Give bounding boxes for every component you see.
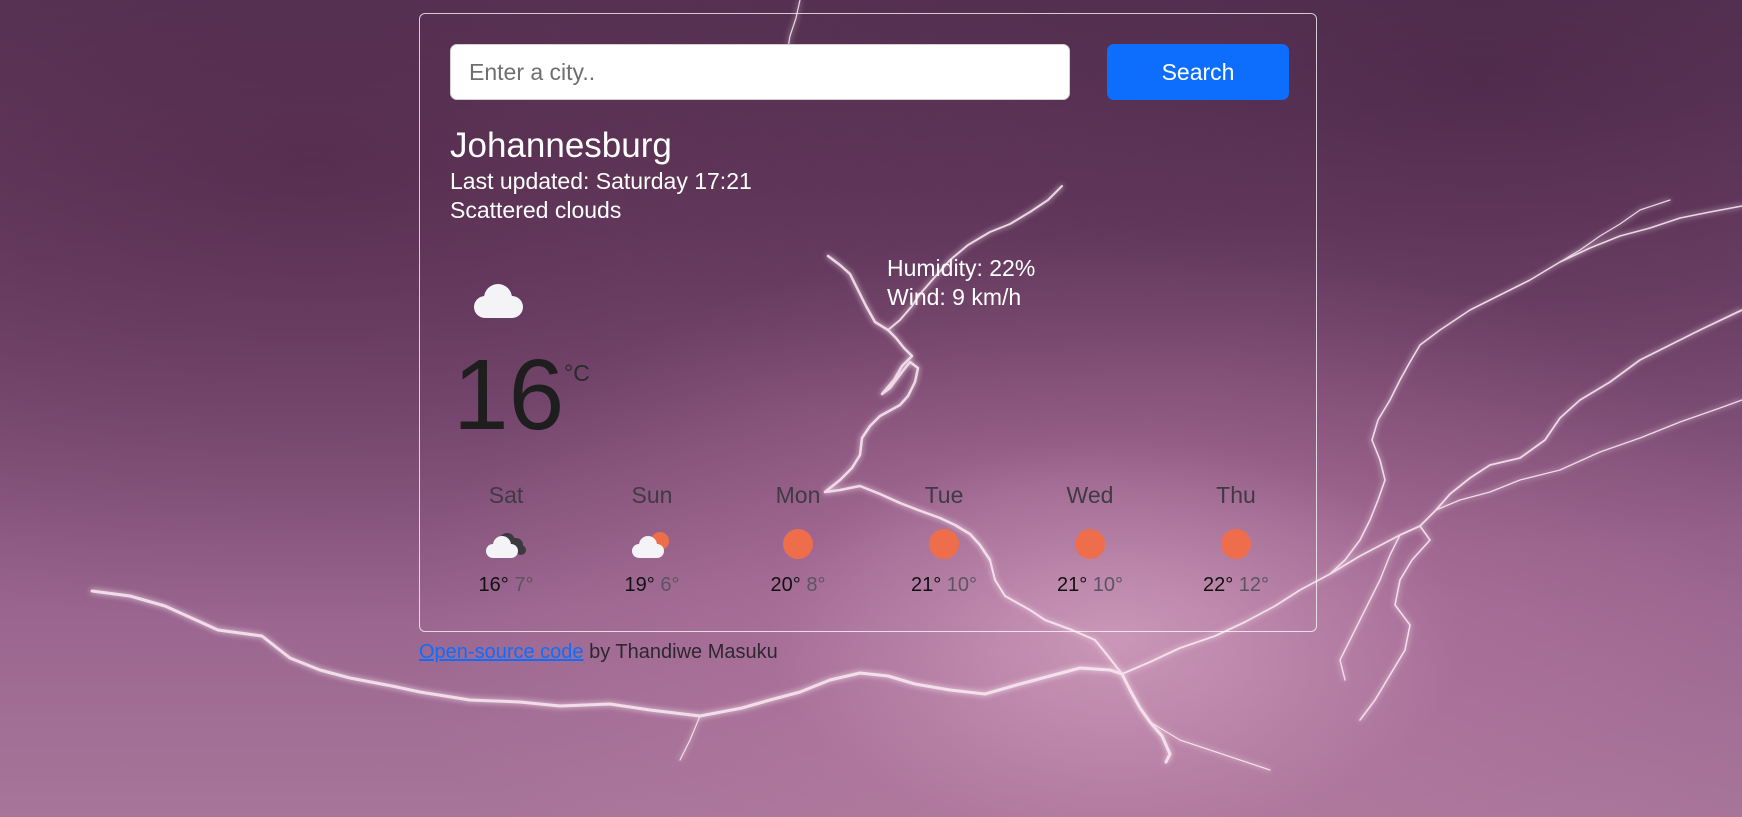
forecast-temps: 16° 7° bbox=[446, 573, 566, 597]
forecast-max: 21° bbox=[910, 574, 942, 596]
forecast-min: 12° bbox=[1238, 574, 1270, 596]
forecast-max: 16° bbox=[478, 574, 509, 596]
forecast-day-name: Mon bbox=[775, 482, 821, 508]
sun-icon bbox=[1075, 529, 1105, 559]
sun-icon bbox=[783, 529, 813, 559]
forecast: Sat 16° 7° Sun 19° 6° Mon 20° 8° Tue 21°… bbox=[420, 479, 1316, 619]
city-name: Johannesburg bbox=[450, 126, 672, 165]
forecast-day: Thu 22° 12° bbox=[1176, 479, 1296, 597]
weather-card: Search Johannesburg Last updated: Saturd… bbox=[419, 13, 1317, 632]
forecast-day: Sat 16° 7° bbox=[446, 479, 566, 597]
forecast-min: 10° bbox=[946, 574, 978, 596]
forecast-min: 7° bbox=[514, 574, 534, 596]
forecast-temps: 19° 6° bbox=[592, 573, 712, 597]
forecast-day: Sun 19° 6° bbox=[592, 479, 712, 597]
forecast-temps: 22° 12° bbox=[1176, 573, 1296, 597]
forecast-temps: 21° 10° bbox=[1030, 573, 1150, 597]
last-updated: Last updated: Saturday 17:21 bbox=[450, 168, 752, 194]
temperature-unit: °C bbox=[564, 360, 590, 386]
forecast-day-name: Sun bbox=[631, 482, 673, 508]
forecast-max: 22° bbox=[1202, 574, 1234, 596]
forecast-day-name: Tue bbox=[924, 482, 964, 508]
sun-icon bbox=[1221, 529, 1251, 559]
wind: Wind: 9 km/h bbox=[887, 284, 1022, 310]
current-meta: Last updated: Saturday 17:21 Scattered c… bbox=[450, 167, 752, 225]
current-details: Humidity: 22% Wind: 9 km/h bbox=[887, 254, 1035, 312]
current-temperature: 16 bbox=[453, 339, 565, 451]
forecast-min: 10° bbox=[1092, 574, 1124, 596]
footer: Open-source code by Thandiwe Masuku bbox=[419, 641, 778, 664]
forecast-day: Wed 21° 10° bbox=[1030, 479, 1150, 597]
forecast-min: 6° bbox=[660, 574, 680, 596]
search-button[interactable]: Search bbox=[1107, 44, 1289, 100]
forecast-day: Tue 21° 10° bbox=[884, 479, 1004, 597]
search-input[interactable] bbox=[450, 44, 1070, 100]
forecast-day-name: Wed bbox=[1066, 482, 1114, 508]
forecast-max: 21° bbox=[1056, 574, 1088, 596]
forecast-day-name: Sat bbox=[488, 482, 524, 508]
forecast-day: Mon 20° 8° bbox=[738, 479, 858, 597]
forecast-temps: 21° 10° bbox=[884, 573, 1004, 597]
partly-cloudy-icon bbox=[632, 532, 669, 558]
cloudy-icon bbox=[486, 533, 526, 558]
forecast-temps: 20° 8° bbox=[738, 573, 858, 597]
forecast-max: 20° bbox=[770, 574, 801, 596]
source-code-link[interactable]: Open-source code bbox=[419, 641, 584, 663]
footer-credit: by Thandiwe Masuku bbox=[583, 641, 778, 663]
cloud-icon bbox=[474, 284, 523, 318]
forecast-min: 8° bbox=[806, 574, 826, 596]
forecast-day-name: Thu bbox=[1216, 482, 1256, 508]
forecast-max: 19° bbox=[624, 574, 655, 596]
sun-icon bbox=[929, 529, 959, 559]
humidity: Humidity: 22% bbox=[887, 255, 1036, 281]
weather-description: Scattered clouds bbox=[450, 197, 622, 223]
